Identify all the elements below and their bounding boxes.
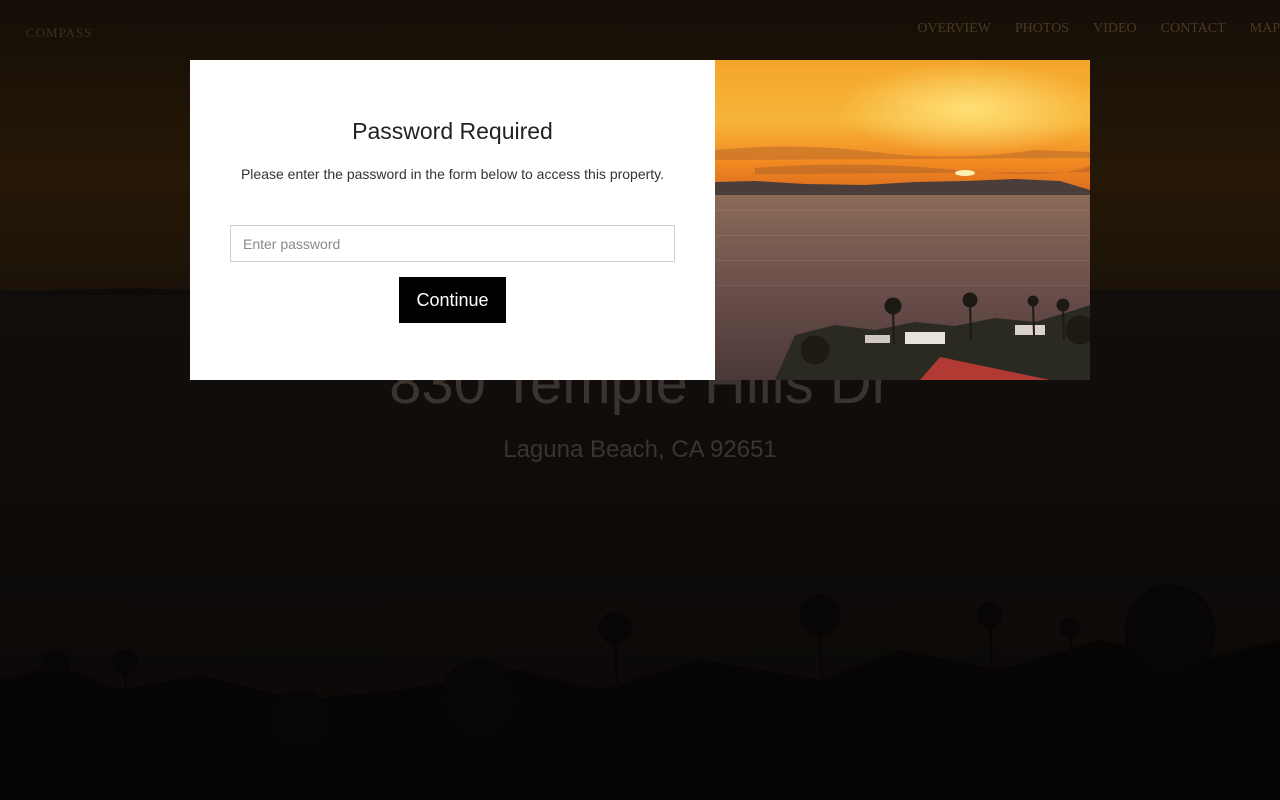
property-photo (715, 60, 1090, 380)
modal-title: Password Required (352, 118, 553, 144)
sunset-photo (715, 60, 1090, 380)
top-nav: OVERVIEW PHOTOS VIDEO CONTACT MAP (893, 21, 1280, 37)
page: COMPASS OVERVIEW PHOTOS VIDEO CONTACT MA… (0, 0, 1280, 800)
modal-description: Please enter the password in the form be… (240, 166, 665, 182)
nav-item-contact[interactable]: CONTACT (1161, 21, 1226, 37)
continue-button[interactable]: Continue (399, 277, 506, 323)
nav-item-map[interactable]: MAP (1250, 21, 1280, 37)
password-modal: Password Required Please enter the passw… (190, 60, 1090, 380)
nav-item-overview[interactable]: OVERVIEW (917, 21, 991, 37)
nav-item-photos[interactable]: PHOTOS (1015, 21, 1069, 37)
nav-item-video[interactable]: VIDEO (1093, 21, 1137, 37)
password-input[interactable] (230, 225, 675, 262)
password-form-panel: Password Required Please enter the passw… (190, 60, 715, 380)
brand-logo[interactable]: COMPASS (26, 25, 93, 41)
property-city: Laguna Beach, CA 92651 (503, 436, 777, 463)
